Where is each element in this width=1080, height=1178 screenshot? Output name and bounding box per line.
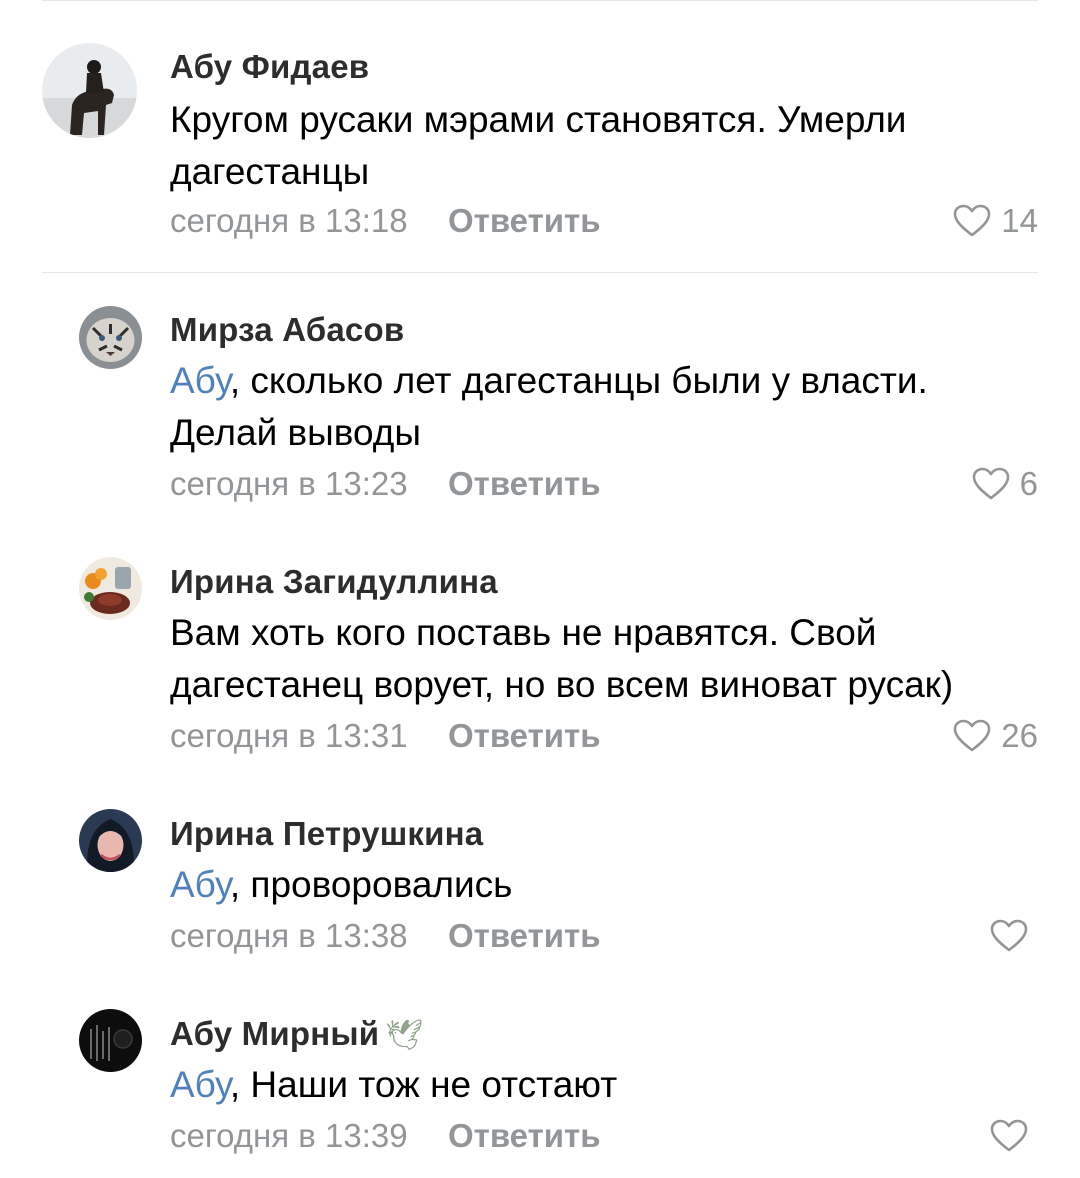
author-name: Абу Мирный [170,1015,380,1052]
heart-icon [953,719,991,752]
comment-author[interactable]: Абу Мирный 🕊 [170,1015,424,1053]
comment-divider [42,272,1038,273]
like-button[interactable]: 6 [972,464,1038,504]
like-button[interactable]: 26 [953,716,1038,756]
mention-link[interactable]: Абу [170,864,230,905]
like-button[interactable] [990,1116,1038,1156]
comment-text: Кругом русаки мэрами становятся. Умерли … [170,94,1010,198]
heart-icon [990,919,1028,952]
food-table-avatar [79,557,142,620]
reply-button[interactable]: Ответить [448,465,601,503]
comment-timestamp: сегодня в 13:38 [170,917,408,954]
avatar[interactable] [79,557,142,620]
comment-body: Вам хоть кого поставь не нравятся. Свой … [170,612,954,705]
comment-body: Кругом русаки мэрами становятся. Умерли … [170,99,907,192]
dove-icon: 🕊 [385,1018,424,1053]
comment-timestamp: сегодня в 13:39 [170,1117,408,1154]
comment-body: , Наши тож не отстают [229,1064,618,1105]
avatar[interactable] [79,306,142,369]
comment-body: , проворовались [229,864,513,905]
heart-icon [990,1119,1028,1152]
like-count: 26 [1001,717,1038,754]
like-count: 6 [1019,465,1038,502]
comment-body: , сколько лет дагестанцы были у власти. … [170,360,928,453]
mention-link[interactable]: Абу [170,1064,230,1105]
comment-author[interactable]: Ирина Петрушкина [170,815,483,853]
top-divider [42,0,1038,1]
woman-portrait-avatar [79,809,142,872]
reply-button[interactable]: Ответить [448,1117,601,1155]
comment-timestamp: сегодня в 13:18 [170,202,408,239]
rider-on-horse-avatar [42,43,137,138]
like-button[interactable] [990,916,1038,956]
comment-author[interactable]: Абу Фидаев [170,48,369,86]
like-count: 14 [1001,202,1038,239]
avatar[interactable] [42,43,137,138]
dark-avatar [79,1009,142,1072]
comment-author[interactable]: Мирза Абасов [170,311,404,349]
comment-text: Абу, проворовались [170,859,1010,911]
heart-icon [953,204,991,237]
reply-button[interactable]: Ответить [448,917,601,955]
mention-link[interactable]: Абу [170,360,230,401]
comment-author[interactable]: Ирина Загидуллина [170,563,498,601]
comment-text: Абу, сколько лет дагестанцы были у власт… [170,355,1010,459]
comment-timestamp: сегодня в 13:31 [170,717,408,754]
like-button[interactable]: 14 [953,201,1038,241]
comment-timestamp: сегодня в 13:23 [170,465,408,502]
reply-button[interactable]: Ответить [448,202,601,240]
tiger-avatar [79,306,142,369]
avatar[interactable] [79,809,142,872]
comment-text: Абу, Наши тож не отстают [170,1059,1010,1111]
heart-icon [972,467,1009,500]
avatar[interactable] [79,1009,142,1072]
comment-text: Вам хоть кого поставь не нравятся. Свой … [170,607,1010,711]
reply-button[interactable]: Ответить [448,717,601,755]
